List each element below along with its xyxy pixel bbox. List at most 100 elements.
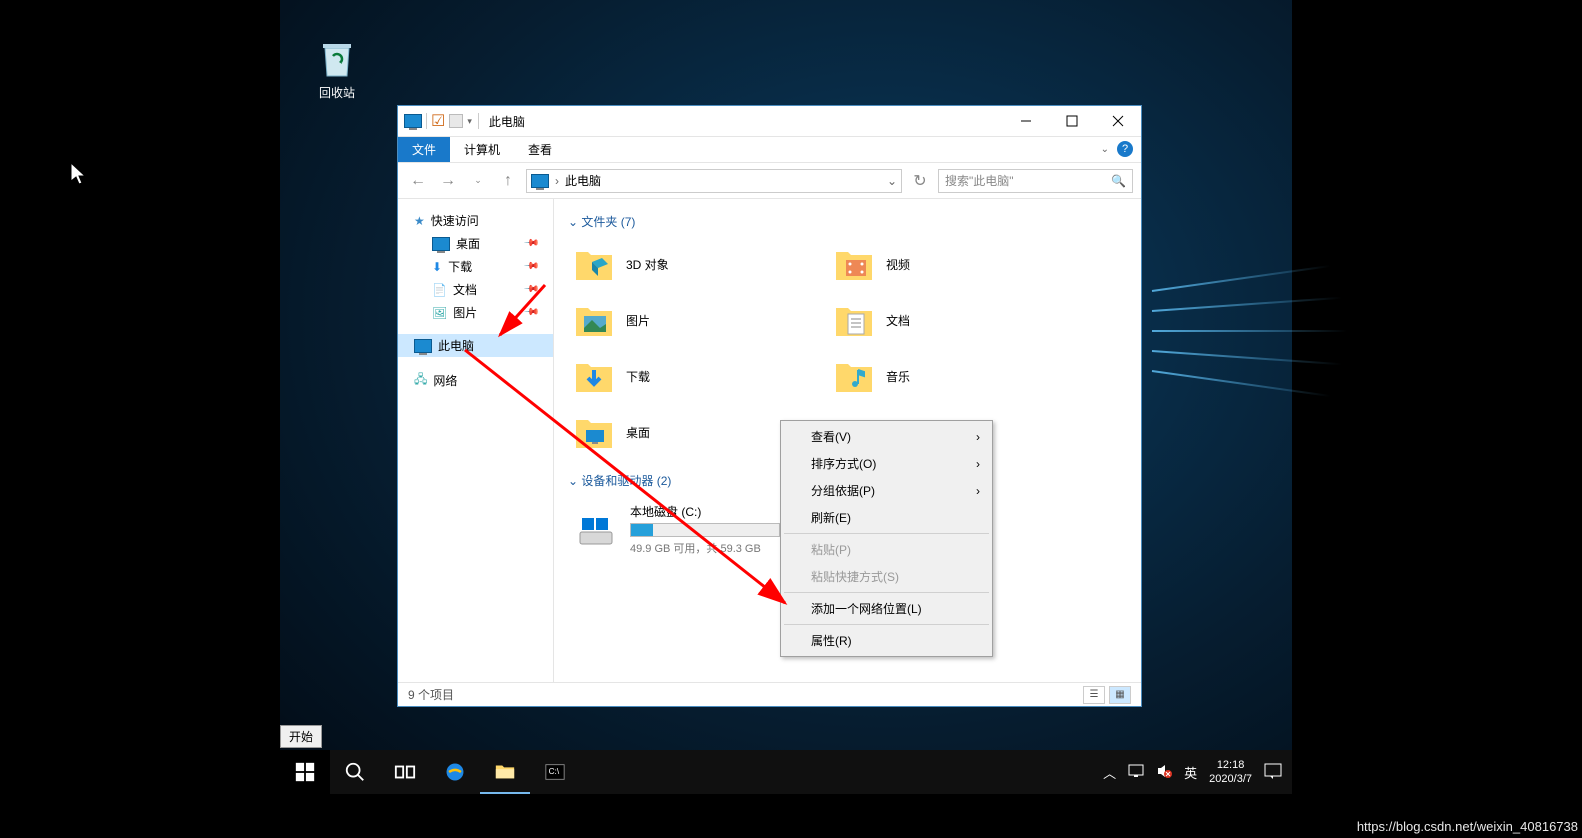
recycle-bin-label: 回收站	[302, 84, 372, 101]
sidebar-pictures[interactable]: 🖼 图片📌	[398, 301, 553, 324]
svg-text:C:\: C:\	[549, 767, 560, 776]
view-icons-button[interactable]: ▦	[1109, 686, 1131, 704]
breadcrumb-sep: ›	[555, 174, 559, 188]
search-icon: 🔍	[1111, 174, 1126, 188]
notifications-icon[interactable]	[1264, 763, 1282, 782]
explorer-button[interactable]	[480, 750, 530, 794]
cm-paste-shortcut: 粘贴快捷方式(S)	[783, 563, 990, 590]
ie-button[interactable]	[430, 750, 480, 794]
task-view-button[interactable]	[380, 750, 430, 794]
time-text: 12:18	[1209, 758, 1252, 772]
folder-pictures[interactable]: 图片	[568, 294, 808, 346]
folders-section-header[interactable]: 文件夹 (7)	[568, 213, 1127, 230]
cm-sort[interactable]: 排序方式(O)›	[783, 450, 990, 477]
cm-properties[interactable]: 属性(R)	[783, 627, 990, 654]
address-bar[interactable]: › 此电脑 ⌄	[526, 169, 902, 193]
folder-icon	[572, 410, 616, 454]
cursor-icon	[69, 161, 89, 193]
cm-group[interactable]: 分组依据(P)›	[783, 477, 990, 504]
view-details-button[interactable]: ☰	[1083, 686, 1105, 704]
taskbar: C:\ ︿ 英 12:18 2020/3/7	[280, 750, 1292, 794]
search-button[interactable]	[330, 750, 380, 794]
navbar: ← → ⌄ ↑ › 此电脑 ⌄ ↻ 搜索"此电脑" 🔍	[398, 163, 1141, 199]
status-text: 9 个项目	[408, 686, 454, 703]
chevron-right-icon: ›	[976, 457, 980, 471]
folder-icon	[832, 298, 876, 342]
help-icon[interactable]: ?	[1117, 141, 1133, 157]
search-placeholder: 搜索"此电脑"	[945, 172, 1014, 189]
sidebar: ★ 快速访问 桌面📌 ⬇ 下载📌 📄 文档📌 🖼 图片📌	[398, 199, 554, 682]
pictures-icon: 🖼	[432, 306, 447, 320]
ribbon: 文件 计算机 查看 ⌄ ?	[398, 137, 1141, 163]
qat-dropdown-icon[interactable]: ▾	[467, 116, 472, 127]
this-pc-icon	[414, 339, 432, 353]
chevron-right-icon: ›	[976, 484, 980, 498]
address-icon	[531, 174, 549, 188]
drive-usage-bar	[630, 523, 780, 537]
search-input[interactable]: 搜索"此电脑" 🔍	[938, 169, 1133, 193]
folder-icon	[572, 354, 616, 398]
clock[interactable]: 12:18 2020/3/7	[1209, 758, 1252, 787]
network-icon[interactable]	[1128, 764, 1144, 781]
context-menu: 查看(V)› 排序方式(O)› 分组依据(P)› 刷新(E) 粘贴(P) 粘贴快…	[780, 420, 993, 657]
star-icon: ★	[414, 214, 425, 228]
qat-item-icon[interactable]	[449, 114, 463, 128]
pin-icon: 📌	[522, 235, 539, 252]
sidebar-quick-access[interactable]: ★ 快速访问	[398, 209, 553, 232]
start-button[interactable]	[280, 750, 330, 794]
ribbon-expand-icon[interactable]: ⌄	[1101, 144, 1109, 155]
tab-file[interactable]: 文件	[398, 137, 450, 162]
watermark: https://blog.csdn.net/weixin_40816738	[1357, 819, 1578, 834]
desktop-icon	[432, 237, 450, 251]
maximize-button[interactable]	[1049, 106, 1095, 136]
drive-icon	[574, 508, 618, 552]
address-dropdown-icon[interactable]: ⌄	[887, 174, 897, 188]
folder-3d-objects[interactable]: 3D 对象	[568, 238, 808, 290]
nav-history-dropdown[interactable]: ⌄	[466, 169, 490, 193]
cm-add-network[interactable]: 添加一个网络位置(L)	[783, 595, 990, 622]
tray-chevron-icon[interactable]: ︿	[1103, 763, 1116, 782]
sidebar-downloads[interactable]: ⬇ 下载📌	[398, 255, 553, 278]
date-text: 2020/3/7	[1209, 772, 1252, 786]
folder-documents[interactable]: 文档	[828, 294, 1068, 346]
sidebar-network[interactable]: 🖧 网络	[398, 367, 553, 394]
pin-icon: 📌	[522, 258, 539, 275]
sidebar-desktop[interactable]: 桌面📌	[398, 232, 553, 255]
cm-view[interactable]: 查看(V)›	[783, 423, 990, 450]
folder-icon	[572, 298, 616, 342]
app-icon	[404, 114, 422, 128]
folder-videos[interactable]: 视频	[828, 238, 1068, 290]
titlebar[interactable]: ☑ ▾ 此电脑	[398, 106, 1141, 137]
breadcrumb[interactable]: 此电脑	[565, 172, 601, 189]
network-icon: 🖧	[414, 370, 427, 391]
tab-computer[interactable]: 计算机	[450, 137, 514, 162]
drive-detail: 49.9 GB 可用，共 59.3 GB	[630, 540, 780, 556]
nav-forward-button[interactable]: →	[436, 169, 460, 193]
tab-view[interactable]: 查看	[514, 137, 566, 162]
ime-indicator[interactable]: 英	[1184, 763, 1197, 782]
close-button[interactable]	[1095, 106, 1141, 136]
statusbar: 9 个项目 ☰ ▦	[398, 682, 1141, 706]
pin-icon: 📌	[522, 304, 539, 321]
nav-back-button[interactable]: ←	[406, 169, 430, 193]
sidebar-documents[interactable]: 📄 文档📌	[398, 278, 553, 301]
cmd-button[interactable]: C:\	[530, 750, 580, 794]
drive-name: 本地磁盘 (C:)	[630, 503, 780, 520]
minimize-button[interactable]	[1003, 106, 1049, 136]
recycle-bin[interactable]: 回收站	[302, 38, 372, 101]
nav-up-button[interactable]: ↑	[496, 169, 520, 193]
cm-paste: 粘贴(P)	[783, 536, 990, 563]
explorer-window: ☑ ▾ 此电脑 文件 计算机 查看 ⌄ ? ← → ⌄ ↑ › 此电脑 ⌄	[397, 105, 1142, 707]
folder-downloads[interactable]: 下载	[568, 350, 808, 402]
sidebar-this-pc[interactable]: 此电脑	[398, 334, 553, 357]
refresh-button[interactable]: ↻	[908, 169, 932, 193]
folder-desktop[interactable]: 桌面	[568, 406, 808, 458]
folder-music[interactable]: 音乐	[828, 350, 1068, 402]
cm-refresh[interactable]: 刷新(E)	[783, 504, 990, 531]
document-icon: 📄	[432, 283, 447, 297]
window-title: 此电脑	[489, 113, 525, 130]
folder-icon	[832, 354, 876, 398]
qat-checkbox-icon[interactable]: ☑	[431, 111, 445, 131]
folder-icon	[832, 242, 876, 286]
volume-icon[interactable]	[1156, 764, 1172, 781]
